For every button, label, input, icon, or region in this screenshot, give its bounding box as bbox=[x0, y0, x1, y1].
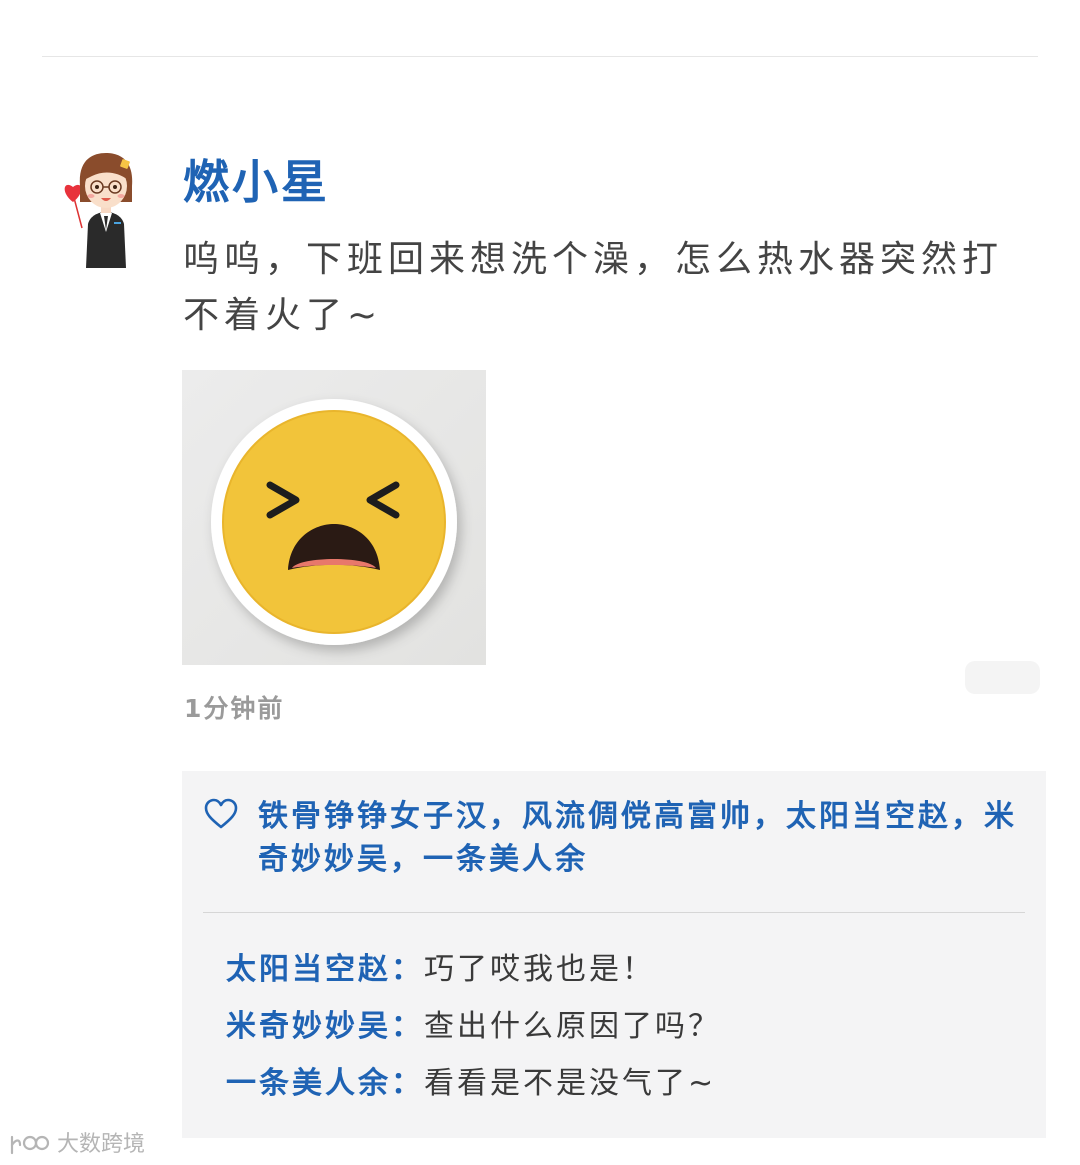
panel-divider bbox=[203, 912, 1025, 913]
comment-item[interactable]: 米奇妙妙吴：查出什么原因了吗？ bbox=[226, 998, 1026, 1055]
watermark-text: 大数跨境 bbox=[57, 1132, 146, 1157]
comment-author[interactable]: 太阳当空赵 bbox=[226, 952, 391, 987]
post-author-name[interactable]: 燃小星 bbox=[183, 152, 330, 212]
likes-comments-panel: 铁骨铮铮女子汉，风流倜傥高富帅，太阳当空赵，米奇妙妙吴，一条美人余 太阳当空赵：… bbox=[182, 771, 1046, 1138]
comment-separator: ： bbox=[391, 952, 424, 987]
post-photo[interactable] bbox=[182, 370, 486, 665]
avatar[interactable] bbox=[62, 150, 150, 268]
liked-by-names[interactable]: 铁骨铮铮女子汉，风流倜傥高富帅，太阳当空赵，米奇妙妙吴，一条美人余 bbox=[258, 795, 1028, 881]
comment-item[interactable]: 太阳当空赵：巧了哎我也是！ bbox=[226, 941, 1026, 998]
more-actions-button[interactable] bbox=[965, 661, 1040, 694]
watermark-logo-icon bbox=[10, 1135, 50, 1155]
heart-outline-icon bbox=[204, 798, 238, 830]
comment-item[interactable]: 一条美人余：看看是不是没气了~ bbox=[226, 1055, 1026, 1112]
tired-face-emoji-icon bbox=[211, 399, 457, 645]
comment-text: 看看是不是没气了~ bbox=[424, 1066, 717, 1101]
comment-author[interactable]: 米奇妙妙吴 bbox=[226, 1009, 391, 1044]
comment-author[interactable]: 一条美人余 bbox=[226, 1066, 391, 1101]
comment-list: 太阳当空赵：巧了哎我也是！ 米奇妙妙吴：查出什么原因了吗？ 一条美人余：看看是不… bbox=[226, 941, 1026, 1112]
post-timestamp: 1分钟前 bbox=[184, 694, 285, 723]
comment-text: 巧了哎我也是！ bbox=[424, 952, 655, 987]
comment-separator: ： bbox=[391, 1009, 424, 1044]
top-divider bbox=[42, 56, 1038, 57]
post-text: 呜呜，下班回来想洗个澡，怎么热水器突然打不着火了~ bbox=[183, 239, 1004, 336]
watermark: 大数跨境 bbox=[8, 1130, 145, 1160]
comment-text: 查出什么原因了吗？ bbox=[424, 1009, 721, 1044]
comment-separator: ： bbox=[391, 1066, 424, 1101]
